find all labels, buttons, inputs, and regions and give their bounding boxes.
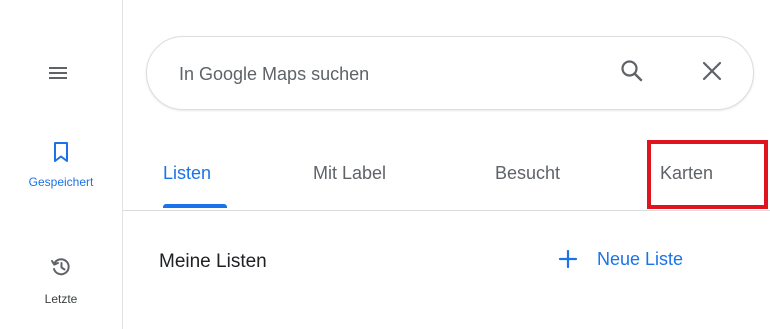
tab-listen[interactable]: Listen xyxy=(163,163,211,184)
rail-item-saved[interactable]: Gespeichert xyxy=(0,140,122,189)
clear-search-button[interactable] xyxy=(692,53,732,93)
rail-item-label: Letzte xyxy=(44,292,78,306)
tab-bar: Listen Mit Label Besucht Karten xyxy=(123,130,770,211)
rail-item-recent[interactable]: Letzte xyxy=(0,255,122,306)
history-icon xyxy=(49,255,73,284)
bookmark-icon xyxy=(50,140,72,169)
search-icon xyxy=(619,58,645,89)
close-icon xyxy=(701,60,723,87)
rail-item-label: Gespeichert xyxy=(28,175,94,189)
menu-button[interactable] xyxy=(41,58,75,92)
search-button[interactable] xyxy=(612,53,652,93)
tab-karten[interactable]: Karten xyxy=(660,163,713,184)
search-input[interactable] xyxy=(179,59,579,89)
search-box xyxy=(146,36,754,110)
navigation-rail: Gespeichert Letzte xyxy=(0,0,123,329)
tab-besucht[interactable]: Besucht xyxy=(495,163,560,184)
tab-mit-label[interactable]: Mit Label xyxy=(313,163,386,184)
active-tab-indicator xyxy=(163,204,227,208)
new-list-label: Neue Liste xyxy=(597,248,684,269)
new-list-button[interactable]: Neue Liste xyxy=(557,248,683,270)
section-title: Meine Listen xyxy=(159,251,267,272)
plus-icon xyxy=(557,248,579,270)
hamburger-menu-icon xyxy=(46,61,70,90)
